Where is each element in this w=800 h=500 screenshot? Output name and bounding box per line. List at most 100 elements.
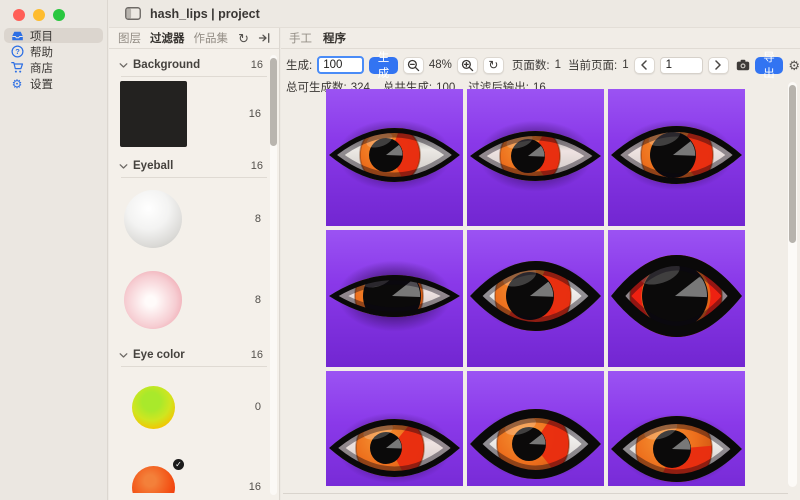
canvas-horizontal-scrollbar[interactable] [281, 487, 800, 500]
next-page-button[interactable] [708, 57, 729, 74]
refresh-icon: ↻ [488, 59, 498, 71]
question-icon: ? [10, 45, 24, 58]
layer-thumbnail[interactable]: ✓ [109, 466, 175, 494]
item-count: 8 [255, 213, 271, 225]
artwork-tile[interactable] [326, 230, 463, 367]
export-button[interactable]: 导出 [755, 57, 784, 74]
thumb-sphere-white [124, 190, 182, 248]
item-count: 16 [249, 481, 271, 493]
thumb-sphere-pink [124, 271, 182, 329]
zoom-level: 48% [429, 59, 452, 71]
panel-scrollbar-thumb[interactable] [270, 58, 277, 146]
scrollbar-track-line [283, 493, 788, 494]
tray-icon [10, 29, 24, 42]
sidebar-item-cart[interactable]: 商店 [4, 60, 103, 75]
layer-group-name: Eye color [133, 349, 185, 361]
collapse-panel-icon[interactable] [258, 32, 270, 44]
selected-check-icon: ✓ [173, 459, 184, 470]
sidebar: 项目? 帮助商店 ⚙ 设置 [0, 0, 108, 500]
sidebar-item-gear[interactable]: ⚙ 设置 [4, 76, 103, 91]
zoom-window-button[interactable] [53, 9, 65, 21]
app-window: { "window": { "title": "hash_lips | proj… [0, 0, 800, 500]
refresh-canvas-button[interactable]: ↻ [483, 57, 504, 74]
sidebar-toggle-icon[interactable] [125, 7, 141, 20]
layer-group-header[interactable]: Background16 [109, 50, 271, 74]
window-title: hash_lips | project [150, 7, 260, 21]
layer-thumbnail[interactable] [109, 271, 182, 329]
layer-thumbnail[interactable] [109, 190, 182, 248]
svg-text:?: ? [15, 47, 20, 56]
panel-scrollbar[interactable] [270, 55, 277, 495]
sidebar-item-tray[interactable]: 项目 [4, 28, 103, 43]
panel-tab[interactable]: 图层 [118, 30, 141, 46]
layer-group-name: Background [133, 59, 200, 71]
item-count: 8 [255, 294, 271, 306]
layer-group-header[interactable]: Eyeball 16 [109, 151, 271, 175]
sidebar-item-question[interactable]: ? 帮助 [4, 44, 103, 59]
group-count: 16 [251, 349, 263, 361]
main-area: 手工程序 生成: 生成 48% ↻ 页面数: 1 当前页面: 1 [281, 28, 800, 500]
pages-value: 1 [555, 59, 561, 71]
camera-icon[interactable] [736, 59, 750, 71]
layer-thumbnail[interactable] [109, 386, 175, 429]
layer-group-name: Eyeball [133, 160, 173, 172]
layer-item[interactable]: ✓ 16 [109, 447, 271, 493]
item-count: 16 [249, 108, 271, 120]
artwork-tile[interactable] [467, 371, 604, 486]
chevron-down-icon [119, 163, 128, 170]
minimize-window-button[interactable] [33, 9, 45, 21]
item-count: 0 [255, 401, 271, 413]
prev-page-button[interactable] [634, 57, 655, 74]
artwork-tile[interactable] [326, 89, 463, 226]
generate-count-input[interactable] [317, 56, 364, 74]
gear-icon: ⚙ [10, 77, 24, 90]
artwork-canvas [326, 89, 746, 486]
settings-gear-icon[interactable]: ⚙ [788, 59, 800, 72]
mode-tab[interactable]: 手工 [289, 30, 312, 46]
layer-item[interactable]: 0 [109, 367, 271, 447]
chevron-down-icon [119, 352, 128, 359]
zoom-in-button[interactable] [457, 57, 478, 74]
magnifier-minus-icon [407, 59, 420, 72]
thumb-ball-yellowgreen [132, 386, 175, 429]
layer-group: Eye color 16 0 ✓ 16 [109, 340, 271, 493]
artwork-tile[interactable] [608, 89, 745, 226]
layer-thumbnail[interactable] [109, 81, 187, 147]
panel-tab[interactable]: 作品集 [194, 30, 229, 46]
cart-icon [10, 61, 24, 74]
group-count: 16 [251, 160, 263, 172]
sidebar-item-label: 帮助 [30, 44, 53, 60]
layer-item[interactable]: 8 [109, 259, 271, 340]
artwork-tile[interactable] [608, 230, 745, 367]
artwork-tile[interactable] [467, 89, 604, 226]
panel-tab[interactable]: 过滤器 [150, 30, 185, 46]
refresh-panel-icon[interactable]: ↻ [238, 32, 249, 45]
chevron-down-icon [119, 62, 128, 69]
artwork-tile[interactable] [326, 371, 463, 486]
panel-tabs: 图层过滤器作品集 [118, 30, 228, 46]
close-window-button[interactable] [13, 9, 25, 21]
zoom-out-button[interactable] [403, 57, 424, 74]
sidebar-item-label: 设置 [30, 76, 53, 92]
magnifier-plus-icon [461, 59, 474, 72]
layer-group: Background16 16 [109, 50, 271, 151]
sidebar-item-label: 商店 [30, 60, 53, 76]
layer-item[interactable]: 16 [109, 77, 271, 151]
generate-button[interactable]: 生成 [369, 57, 398, 74]
layer-item[interactable]: 8 [109, 178, 271, 259]
sidebar-nav: 项目? 帮助商店 ⚙ 设置 [0, 28, 107, 91]
page-number-input[interactable] [660, 57, 703, 74]
pages-label: 页面数: [512, 57, 550, 73]
sidebar-item-label: 项目 [30, 28, 53, 44]
layer-group-header[interactable]: Eye color 16 [109, 340, 271, 364]
toolbar: 生成: 生成 48% ↻ 页面数: 1 当前页面: 1 [281, 49, 800, 75]
layers-panel: 图层过滤器作品集 ↻ Background1616Eyeball1688Eye … [109, 28, 280, 500]
canvas-vertical-scrollbar-thumb[interactable] [789, 85, 796, 243]
artwork-tile[interactable] [467, 230, 604, 367]
canvas-vertical-scrollbar[interactable] [788, 82, 797, 487]
mode-tab[interactable]: 程序 [323, 30, 346, 46]
artwork-tile[interactable] [608, 371, 745, 486]
titlebar: hash_lips | project [109, 0, 800, 28]
chevron-right-icon [714, 60, 722, 70]
window-controls [0, 0, 107, 21]
